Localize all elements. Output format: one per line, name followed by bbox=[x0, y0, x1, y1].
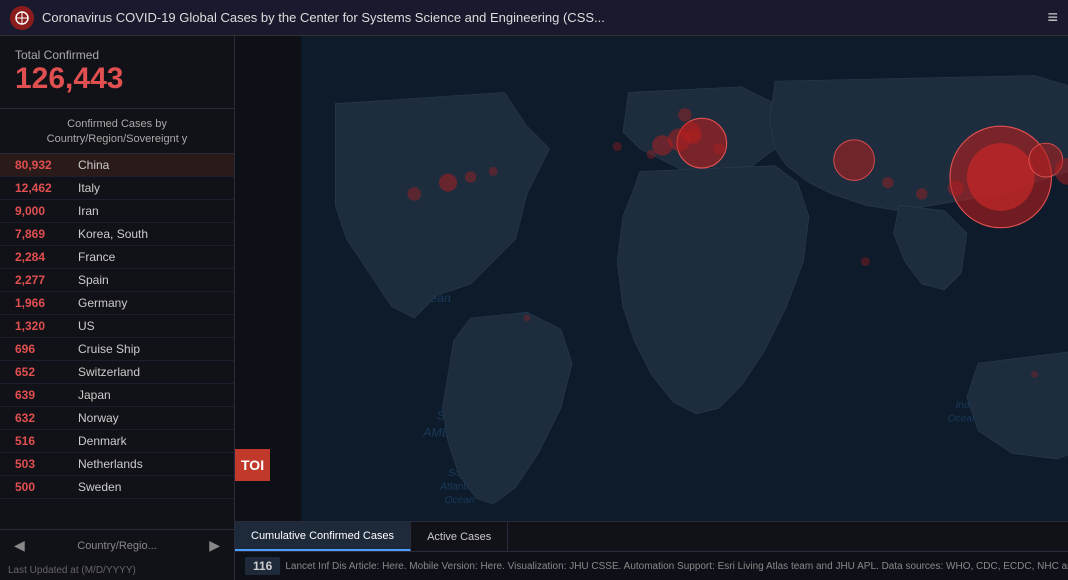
map-tabs: Cumulative Confirmed CasesActive Cases bbox=[235, 521, 1068, 551]
sidebar-nav: ◀ Country/Regio... ▶ bbox=[0, 529, 234, 561]
country-name: Netherlands bbox=[78, 457, 143, 471]
country-name: Korea, South bbox=[78, 227, 148, 241]
sidebar-prev-btn[interactable]: ◀ bbox=[8, 535, 31, 556]
country-list-item[interactable]: 12,462 Italy bbox=[0, 177, 234, 200]
map-tab[interactable]: Cumulative Confirmed Cases bbox=[235, 522, 411, 551]
country-list-item[interactable]: 632 Norway bbox=[0, 407, 234, 430]
country-name: France bbox=[78, 250, 115, 264]
country-list-item[interactable]: 639 Japan bbox=[0, 384, 234, 407]
country-list-item[interactable]: 1,966 Germany bbox=[0, 292, 234, 315]
country-count: 500 bbox=[15, 480, 70, 494]
country-list-item[interactable]: 503 Netherlands bbox=[0, 453, 234, 476]
country-list-item[interactable]: 500 Sweden bbox=[0, 476, 234, 499]
country-count: 2,277 bbox=[15, 273, 70, 287]
country-count: 1,966 bbox=[15, 296, 70, 310]
country-list-item[interactable]: 516 Denmark bbox=[0, 430, 234, 453]
country-count: 503 bbox=[15, 457, 70, 471]
country-list-item[interactable]: 2,284 France bbox=[0, 246, 234, 269]
country-name: Iran bbox=[78, 204, 99, 218]
main-content: Total Confirmed 126,443 Confirmed Cases … bbox=[0, 36, 1068, 580]
country-name: Denmark bbox=[78, 434, 127, 448]
country-list-item[interactable]: 2,277 Spain bbox=[0, 269, 234, 292]
left-sidebar: Total Confirmed 126,443 Confirmed Cases … bbox=[0, 36, 235, 580]
country-name: Spain bbox=[78, 273, 109, 287]
menu-icon[interactable]: ≡ bbox=[1047, 7, 1058, 28]
country-name: Cruise Ship bbox=[78, 342, 140, 356]
map-container: NORTH AMERICA North Atlantic Ocean EUROP… bbox=[235, 36, 1068, 521]
country-count: 12,462 bbox=[15, 181, 70, 195]
sidebar-nav-label: Country/Regio... bbox=[31, 540, 203, 552]
country-name: Italy bbox=[78, 181, 100, 195]
country-count: 696 bbox=[15, 342, 70, 356]
app-logo bbox=[10, 6, 34, 30]
last-updated: Last Updated at (M/D/YYYY) bbox=[0, 561, 234, 580]
country-count: 7,869 bbox=[15, 227, 70, 241]
bottom-bar: 116 Lancet Inf Dis Article: Here. Mobile… bbox=[235, 551, 1068, 580]
country-count: 1,320 bbox=[15, 319, 70, 333]
app-header: Coronavirus COVID-19 Global Cases by the… bbox=[0, 0, 1068, 36]
bottom-number: 116 bbox=[245, 557, 280, 575]
map-tab[interactable]: Active Cases bbox=[411, 522, 508, 551]
country-name: Norway bbox=[78, 411, 119, 425]
total-confirmed-number: 126,443 bbox=[15, 62, 219, 96]
country-count: 652 bbox=[15, 365, 70, 379]
country-name: Switzerland bbox=[78, 365, 140, 379]
country-list-item[interactable]: 696 Cruise Ship bbox=[0, 338, 234, 361]
country-count: 2,284 bbox=[15, 250, 70, 264]
country-list-item[interactable]: 7,869 Korea, South bbox=[0, 223, 234, 246]
country-name: Germany bbox=[78, 296, 127, 310]
country-list-item[interactable]: 9,000 Iran bbox=[0, 200, 234, 223]
country-name: Sweden bbox=[78, 480, 121, 494]
country-count: 80,932 bbox=[15, 158, 70, 172]
country-name: China bbox=[78, 158, 109, 172]
svg-text:Ocean: Ocean bbox=[445, 495, 475, 506]
toi-badge: TOI bbox=[235, 449, 270, 481]
country-list-header: Confirmed Cases by Country/Region/Sovere… bbox=[0, 109, 234, 154]
country-name: US bbox=[78, 319, 95, 333]
country-count: 632 bbox=[15, 411, 70, 425]
country-list-item[interactable]: 1,320 US bbox=[0, 315, 234, 338]
world-map: NORTH AMERICA North Atlantic Ocean EUROP… bbox=[235, 36, 1068, 521]
country-list-item[interactable]: 80,932 China bbox=[0, 154, 234, 177]
country-count: 9,000 bbox=[15, 204, 70, 218]
country-name: Japan bbox=[78, 388, 111, 402]
country-list: 80,932 China 12,462 Italy 9,000 Iran 7,869 Kore… bbox=[0, 154, 234, 529]
bottom-text: Lancet Inf Dis Article: Here. Mobile Ver… bbox=[285, 561, 1068, 572]
total-confirmed-box: Total Confirmed 126,443 bbox=[0, 36, 234, 109]
country-list-item[interactable]: 652 Switzerland bbox=[0, 361, 234, 384]
country-count: 516 bbox=[15, 434, 70, 448]
sidebar-next-btn[interactable]: ▶ bbox=[203, 535, 226, 556]
country-count: 639 bbox=[15, 388, 70, 402]
map-area: NORTH AMERICA North Atlantic Ocean EUROP… bbox=[235, 36, 1068, 580]
total-confirmed-label: Total Confirmed bbox=[15, 48, 219, 62]
page-title: Coronavirus COVID-19 Global Cases by the… bbox=[42, 10, 1047, 25]
